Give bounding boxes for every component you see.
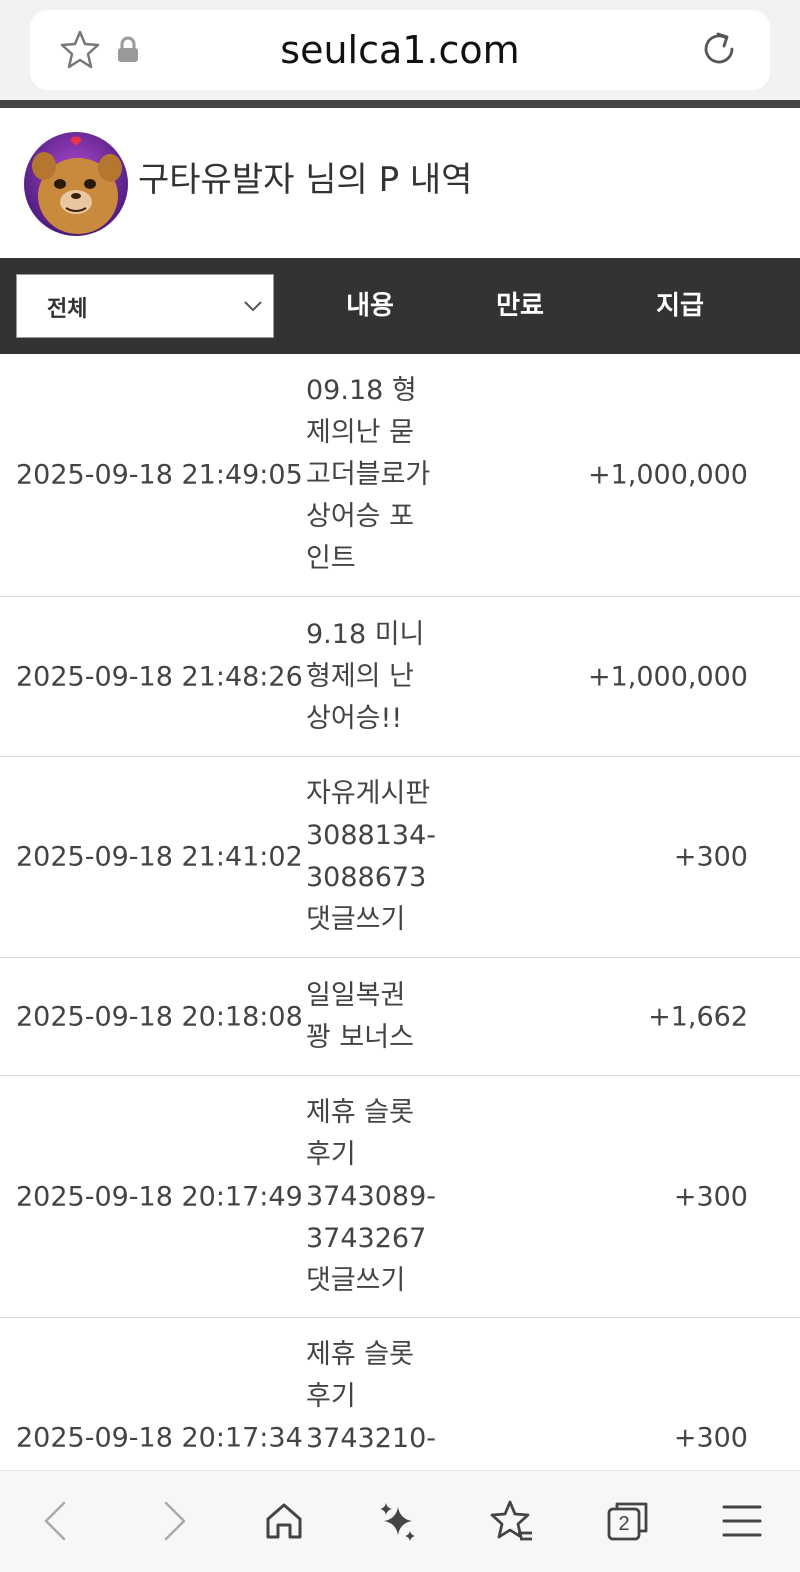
row-content: 제휴 슬롯 후기 3743210-	[306, 1339, 436, 1454]
row-date: 2025-09-18 20:17:49	[16, 1181, 303, 1212]
filter-value: 전체	[47, 297, 88, 322]
row-date: 2025-09-18 21:48:26	[16, 661, 303, 692]
page-title: 구타유발자 님의 P 내역	[138, 160, 473, 200]
table-row: 2025-09-18 21:49:05 09.18 형 제의난 묻 고더블로가 …	[0, 354, 800, 597]
row-amount: +1,662	[648, 1001, 748, 1032]
row-content: 자유게시판 3088134- 3088673 댓글쓰기	[306, 778, 436, 935]
header-divider	[0, 100, 800, 108]
row-content: 제휴 슬롯 후기 3743089- 3743267 댓글쓰기	[306, 1097, 436, 1296]
back-icon[interactable]	[32, 1497, 80, 1545]
tab-count: 2	[618, 1513, 630, 1535]
sparkle-icon[interactable]	[374, 1497, 422, 1545]
column-header-content: 내용	[346, 291, 394, 321]
home-icon[interactable]	[260, 1497, 308, 1545]
table-header: 전체 내용 만료 지급	[0, 258, 800, 354]
table-row: 2025-09-18 21:41:02 자유게시판 3088134- 30886…	[0, 757, 800, 958]
row-amount: +1,000,000	[587, 661, 748, 692]
url-text[interactable]: seulca1.com	[30, 28, 770, 72]
column-header-pay: 지급	[656, 291, 704, 321]
row-date: 2025-09-18 20:18:08	[16, 1001, 303, 1032]
column-header-expire: 만료	[496, 291, 544, 321]
profile-header: 구타유발자 님의 P 내역	[0, 108, 800, 258]
menu-icon[interactable]	[718, 1497, 766, 1545]
filter-select[interactable]: 전체	[16, 274, 274, 338]
favorites-icon[interactable]	[488, 1497, 536, 1545]
row-content: 09.18 형 제의난 묻 고더블로가 상어승 포 인트	[306, 375, 431, 574]
row-amount: +300	[673, 841, 748, 873]
points-history-table: 2025-09-18 21:49:05 09.18 형 제의난 묻 고더블로가 …	[0, 354, 800, 1560]
address-bar[interactable]: seulca1.com	[30, 10, 770, 90]
table-row: 2025-09-18 20:17:49 제휴 슬롯 후기 3743089- 37…	[0, 1076, 800, 1318]
row-amount: +300	[673, 1181, 748, 1212]
row-content: 9.18 미니 형제의 난 상어승!!	[306, 619, 425, 734]
forward-icon[interactable]	[150, 1497, 198, 1545]
tabs-button[interactable]: 2	[604, 1497, 652, 1545]
browser-top-bar: seulca1.com	[0, 0, 800, 100]
reload-icon[interactable]	[698, 28, 740, 70]
browser-bottom-bar: 2	[0, 1470, 800, 1572]
table-row: 2025-09-18 21:48:26 9.18 미니 형제의 난 상어승!! …	[0, 597, 800, 757]
avatar	[24, 132, 128, 236]
chevron-down-icon	[244, 301, 262, 312]
row-date: 2025-09-18 21:49:05	[16, 459, 303, 491]
row-content: 일일복권 꽝 보너스	[306, 980, 414, 1053]
row-date: 2025-09-18 20:17:34	[16, 1422, 303, 1454]
table-row: 2025-09-18 20:18:08 일일복권 꽝 보너스 +1,662	[0, 958, 800, 1076]
row-date: 2025-09-18 21:41:02	[16, 841, 303, 873]
row-amount: +1,000,000	[587, 459, 748, 491]
row-amount: +300	[673, 1422, 748, 1454]
